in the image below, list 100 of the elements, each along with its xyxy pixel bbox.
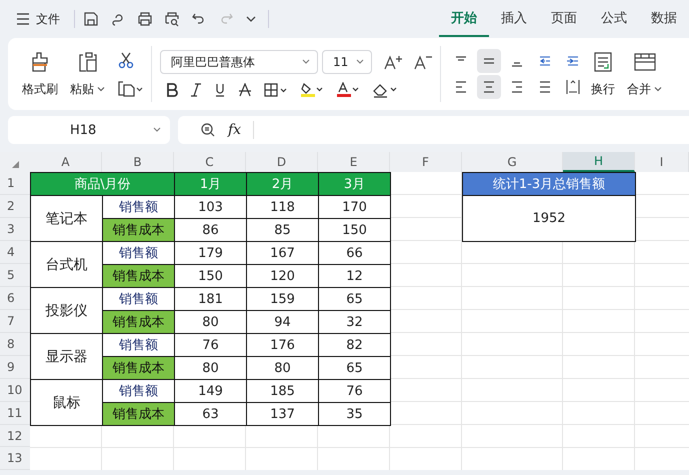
table-cell: 150 xyxy=(174,264,247,288)
table-cell: 63 xyxy=(174,402,247,426)
increase-font-icon[interactable] xyxy=(384,54,402,70)
table-cell: 167 xyxy=(246,241,319,265)
metric-cell: 销售额 xyxy=(102,241,175,265)
product-cell: 笔记本 xyxy=(30,195,103,242)
print-preview-icon[interactable] xyxy=(164,11,180,27)
row-header[interactable]: 6 xyxy=(0,287,30,310)
align-center-icon[interactable] xyxy=(477,75,501,99)
product-cell: 投影仪 xyxy=(30,287,103,334)
row-header[interactable]: 2 xyxy=(0,195,30,218)
paste-label: 粘贴 xyxy=(70,80,94,98)
paste-button[interactable]: 粘贴 xyxy=(64,50,111,98)
table-cell: 94 xyxy=(246,310,319,334)
table-cell: 80 xyxy=(174,356,247,380)
table-cell: 76 xyxy=(174,333,247,357)
wrap-text-icon xyxy=(592,50,614,72)
row-header[interactable]: 3 xyxy=(0,218,30,241)
header-cell: 商品\月份 xyxy=(30,172,175,196)
column-header[interactable]: F xyxy=(390,152,462,172)
merge-cells-icon xyxy=(632,50,656,72)
column-header[interactable]: H xyxy=(563,152,635,172)
table-cell: 80 xyxy=(174,310,247,334)
zoom-icon[interactable] xyxy=(200,122,216,138)
eraser-icon[interactable] xyxy=(372,82,398,98)
table-cell: 103 xyxy=(174,195,247,219)
column-header[interactable]: G xyxy=(462,152,563,172)
metric-cell: 销售额 xyxy=(102,195,175,219)
table-cell: 185 xyxy=(246,379,319,403)
table-cell: 149 xyxy=(174,379,247,403)
header-cell: 1月 xyxy=(174,172,247,196)
wrap-text-button[interactable]: 换行 xyxy=(585,50,621,98)
italic-icon[interactable] xyxy=(190,83,202,97)
select-all-icon[interactable] xyxy=(12,161,18,168)
ribbon-tab[interactable]: 数据 xyxy=(639,1,689,37)
name-box[interactable]: H18 xyxy=(8,116,170,144)
metric-cell: 销售额 xyxy=(102,379,175,403)
border-icon[interactable] xyxy=(264,83,288,97)
copy-icon[interactable] xyxy=(117,79,143,97)
table-cell: 65 xyxy=(318,356,391,380)
column-header[interactable]: E xyxy=(318,152,390,172)
product-cell: 台式机 xyxy=(30,241,103,288)
row-header[interactable]: 4 xyxy=(0,241,30,264)
row-header[interactable]: 10 xyxy=(0,379,30,402)
ribbon-tab[interactable]: 页面 xyxy=(539,1,589,37)
merge-label: 合并 xyxy=(627,80,651,98)
metric-cell: 销售额 xyxy=(102,333,175,357)
column-header[interactable]: I xyxy=(635,152,689,172)
scissors-icon[interactable] xyxy=(117,51,135,69)
ribbon-tab[interactable]: 公式 xyxy=(589,1,639,37)
ribbon-tab[interactable]: 插入 xyxy=(489,1,539,37)
fill-color-icon[interactable] xyxy=(300,82,324,98)
metric-cell: 销售成本 xyxy=(102,402,175,426)
save-icon[interactable] xyxy=(83,11,99,27)
table-cell: 137 xyxy=(246,402,319,426)
font-size-dropdown[interactable]: 11 xyxy=(322,50,372,74)
decrease-font-icon[interactable] xyxy=(414,54,432,70)
table-cell: 65 xyxy=(318,287,391,311)
column-header[interactable]: D xyxy=(246,152,318,172)
row-header[interactable]: 11 xyxy=(0,402,30,425)
clipboard-icon xyxy=(76,50,98,72)
formula-input[interactable]: fx xyxy=(178,116,689,144)
align-mid-icon[interactable] xyxy=(477,49,501,73)
format-painter-button[interactable]: 格式刷 xyxy=(16,50,64,98)
table-cell: 150 xyxy=(318,218,391,242)
merge-button[interactable]: 合并 xyxy=(621,50,668,98)
table-cell: 76 xyxy=(318,379,391,403)
table-cell: 12 xyxy=(318,264,391,288)
row-header[interactable]: 5 xyxy=(0,264,30,287)
chevron-down-icon xyxy=(654,85,662,93)
strikethrough-icon[interactable] xyxy=(238,83,252,97)
column-header[interactable]: C xyxy=(174,152,246,172)
column-header[interactable]: A xyxy=(30,152,102,172)
menu-icon[interactable] xyxy=(16,13,30,25)
table-cell: 176 xyxy=(246,333,319,357)
underline-icon[interactable] xyxy=(214,83,226,97)
header-cell: 3月 xyxy=(318,172,391,196)
table-cell: 66 xyxy=(318,241,391,265)
table-cell: 120 xyxy=(246,264,319,288)
row-header[interactable]: 1 xyxy=(0,172,30,195)
table-cell: 118 xyxy=(246,195,319,219)
metric-cell: 销售额 xyxy=(102,287,175,311)
table-cell: 85 xyxy=(246,218,319,242)
font-dropdown[interactable]: 阿里巴巴普惠体 xyxy=(160,50,318,74)
print-icon[interactable] xyxy=(137,11,153,27)
bold-icon[interactable] xyxy=(166,83,178,97)
table-cell: 35 xyxy=(318,402,391,426)
row-header[interactable]: 7 xyxy=(0,310,30,333)
row-header[interactable]: 8 xyxy=(0,333,30,356)
row-header[interactable]: 12 xyxy=(0,425,30,447)
product-cell: 显示器 xyxy=(30,333,103,380)
row-header[interactable]: 9 xyxy=(0,356,30,379)
summary-header: 统计1-3月总销售额 xyxy=(462,172,636,196)
function-label[interactable]: fx xyxy=(228,122,242,138)
row-header[interactable]: 13 xyxy=(0,447,30,470)
file-menu[interactable]: 文件 xyxy=(36,10,60,28)
font-color-icon[interactable] xyxy=(336,82,360,98)
column-header[interactable]: B xyxy=(102,152,174,172)
metric-cell: 销售成本 xyxy=(102,310,175,334)
header-cell: 2月 xyxy=(246,172,319,196)
